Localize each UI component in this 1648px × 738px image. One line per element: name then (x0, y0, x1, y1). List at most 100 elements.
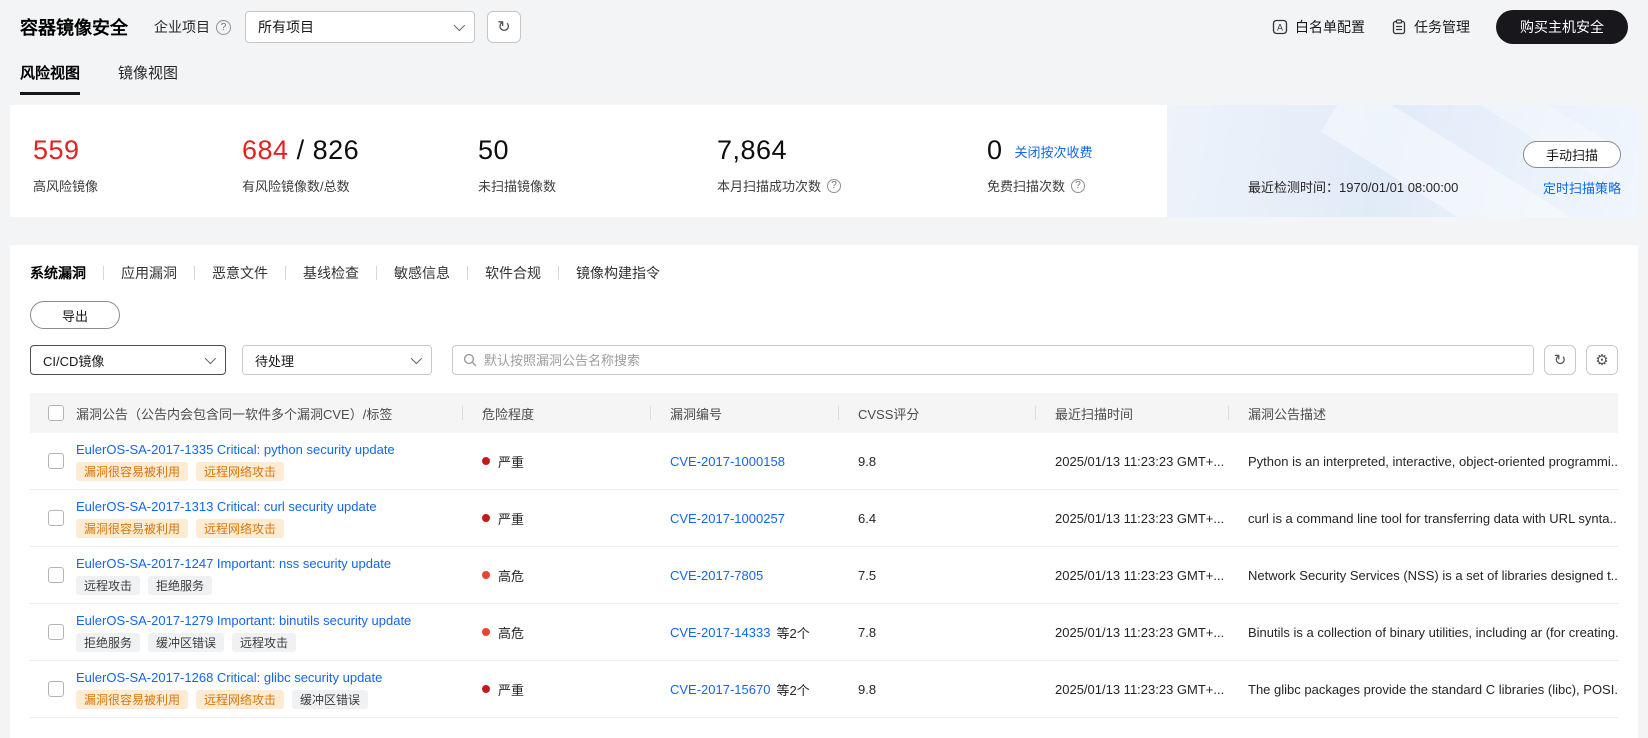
task-manage-link[interactable]: 任务管理 (1391, 17, 1470, 37)
cve-link[interactable]: CVE-2017-15670 (670, 682, 770, 697)
tab-image-view[interactable]: 镜像视图 (118, 62, 178, 95)
tag-row: 漏洞很容易被利用 远程网络攻击 缓冲区错误 (76, 689, 376, 709)
scan-time: 2025/01/13 11:23:23 GMT+... (1055, 681, 1225, 697)
column-header-label: 漏洞公告（公告内会包含同一软件多个漏洞CVE）/标签 (76, 406, 393, 422)
image-type-filter[interactable]: CI/CD镜像 (30, 345, 226, 375)
risk-tab-2[interactable]: 应用漏洞 (121, 263, 177, 283)
announcement-link[interactable]: EulerOS-SA-2017-1335 Critical: python se… (76, 442, 395, 457)
row-checkbox[interactable] (48, 510, 64, 526)
severity-label: 高危 (498, 568, 525, 584)
chevron-down-icon (453, 19, 466, 32)
severity-dot (482, 685, 490, 693)
tag-row: 漏洞很容易被利用 远程网络攻击 (76, 461, 292, 481)
cve-link[interactable]: CVE-2017-14333 (670, 625, 770, 640)
severity-label: 严重 (498, 454, 525, 470)
stat-risky-total-label: 有风险镜像数/总数 (242, 179, 350, 194)
severity-cell: 严重 (462, 509, 650, 528)
search-icon (463, 353, 477, 367)
table-settings-button[interactable]: ⚙ (1586, 345, 1618, 375)
row-checkbox-cell (30, 624, 68, 640)
cve-link[interactable]: CVE-2017-1000158 (670, 454, 785, 469)
stat-free-scans-label: 免费扫描次数 (987, 179, 1066, 194)
task-manage-label: 任务管理 (1414, 19, 1470, 35)
view-tabs: 风险视图 镜像视图 (20, 62, 1648, 95)
search-input[interactable] (484, 352, 1523, 368)
topbar: 容器镜像安全 企业项目 ? 所有项目 ↻ A 白名单配置 任务管理 购买主机安全 (0, 0, 1648, 44)
announcement-cell: EulerOS-SA-2017-1335 Critical: python se… (68, 442, 462, 481)
announcement-cell: EulerOS-SA-2017-1279 Important: binutils… (68, 613, 462, 652)
vuln-tag: 远程网络攻击 (196, 518, 285, 538)
description: Python is an interpreted, interactive, o… (1248, 453, 1618, 469)
svg-text:A: A (1277, 23, 1283, 33)
stat-month-scans: 7,864 本月扫描成功次数? (717, 135, 842, 195)
cve-cell: CVE-2017-7805 (650, 568, 838, 583)
risk-tab-1[interactable]: 系统漏洞 (30, 263, 86, 283)
announcement-link[interactable]: EulerOS-SA-2017-1279 Important: binutils… (76, 613, 411, 628)
risk-tab-4[interactable]: 基线检查 (303, 263, 359, 283)
tag-row: 漏洞很容易被利用 远程网络攻击 (76, 518, 292, 538)
risk-tab-7[interactable]: 镜像构建指令 (576, 263, 660, 283)
scan-time: 2025/01/13 11:23:23 GMT+... (1055, 624, 1225, 640)
whitelist-config-link[interactable]: A 白名单配置 (1272, 17, 1365, 37)
vuln-tag: 漏洞很容易被利用 (76, 518, 189, 538)
buy-hss-button[interactable]: 购买主机安全 (1496, 10, 1628, 44)
table-row: EulerOS-SA-2017-1279 Important: binutils… (30, 604, 1618, 661)
stat-unscanned-value: 50 (478, 135, 510, 165)
stat-risky-value: 684 (242, 135, 289, 165)
column-header: 漏洞公告（公告内会包含同一软件多个漏洞CVE）/标签 (68, 393, 462, 433)
project-select[interactable]: 所有项目 (245, 11, 475, 43)
tab-divider (467, 266, 468, 280)
status-filter[interactable]: 待处理 (242, 345, 432, 375)
tab-divider (285, 266, 286, 280)
tab-risk-view[interactable]: 风险视图 (20, 62, 81, 95)
row-checkbox[interactable] (48, 567, 64, 583)
cve-link[interactable]: CVE-2017-1000257 (670, 511, 785, 526)
row-checkbox[interactable] (48, 681, 64, 697)
table-row: EulerOS-SA-2017-1335 Critical: python se… (30, 433, 1618, 490)
scan-time: 2025/01/13 11:23:23 GMT+... (1055, 510, 1225, 526)
risk-tab-3[interactable]: 恶意文件 (212, 263, 268, 283)
row-checkbox[interactable] (48, 453, 64, 469)
column-header-label: 最近扫描时间 (1055, 406, 1134, 422)
row-checkbox-cell (30, 510, 68, 526)
announcement-cell: EulerOS-SA-2017-1313 Critical: curl secu… (68, 499, 462, 538)
column-header-label: 漏洞编号 (670, 406, 723, 422)
severity-dot (482, 457, 490, 465)
select-all-checkbox[interactable] (48, 405, 64, 421)
risk-tab-5[interactable]: 敏感信息 (394, 263, 450, 283)
announcement-link[interactable]: EulerOS-SA-2017-1247 Important: nss secu… (76, 556, 391, 571)
last-scan-value: 1970/01/01 08:00:00 (1339, 180, 1459, 195)
help-icon[interactable]: ? (827, 178, 842, 193)
schedule-scan-policy-link[interactable]: 定时扫描策略 (1543, 178, 1621, 197)
export-button[interactable]: 导出 (30, 301, 120, 329)
description: The glibc packages provide the standard … (1248, 681, 1618, 697)
announcement-link[interactable]: EulerOS-SA-2017-1268 Critical: glibc sec… (76, 670, 382, 685)
tag-row: 远程攻击 拒绝服务 (76, 575, 220, 595)
cve-link[interactable]: CVE-2017-7805 (670, 568, 763, 583)
severity-dot (482, 571, 490, 579)
help-icon[interactable]: ? (216, 19, 231, 35)
help-icon[interactable]: ? (1071, 178, 1086, 193)
close-pay-per-scan-link[interactable]: 关闭按次收费 (1015, 142, 1093, 166)
column-header: 危险程度 (462, 393, 650, 433)
announcement-cell: EulerOS-SA-2017-1247 Important: nss secu… (68, 556, 462, 595)
table-refresh-button[interactable]: ↻ (1544, 345, 1576, 375)
last-scan-label: 最近检测时间： (1248, 180, 1340, 195)
refresh-button[interactable]: ↻ (487, 11, 521, 43)
column-header-label: 漏洞公告描述 (1248, 406, 1327, 422)
stat-free-scans-value: 0 (987, 135, 1003, 165)
table-row: EulerOS-SA-2017-1268 Critical: glibc sec… (30, 661, 1618, 718)
whitelist-icon: A (1272, 19, 1288, 35)
row-checkbox[interactable] (48, 624, 64, 640)
severity-cell: 严重 (462, 680, 650, 699)
announcement-link[interactable]: EulerOS-SA-2017-1313 Critical: curl secu… (76, 499, 377, 514)
risk-category-tabs: 系统漏洞 应用漏洞 恶意文件 基线检查 敏感信息 软件合规 镜像构建指令 (30, 263, 1618, 283)
tab-divider (376, 266, 377, 280)
project-select-value: 所有项目 (258, 19, 314, 35)
refresh-icon: ↻ (1553, 352, 1567, 369)
stat-separator: / (288, 135, 313, 165)
enterprise-project-label: 企业项目 (154, 19, 210, 35)
stat-month-scans-label: 本月扫描成功次数 (717, 179, 822, 194)
risk-tab-6[interactable]: 软件合规 (485, 263, 541, 283)
manual-scan-button[interactable]: 手动扫描 (1523, 141, 1621, 168)
